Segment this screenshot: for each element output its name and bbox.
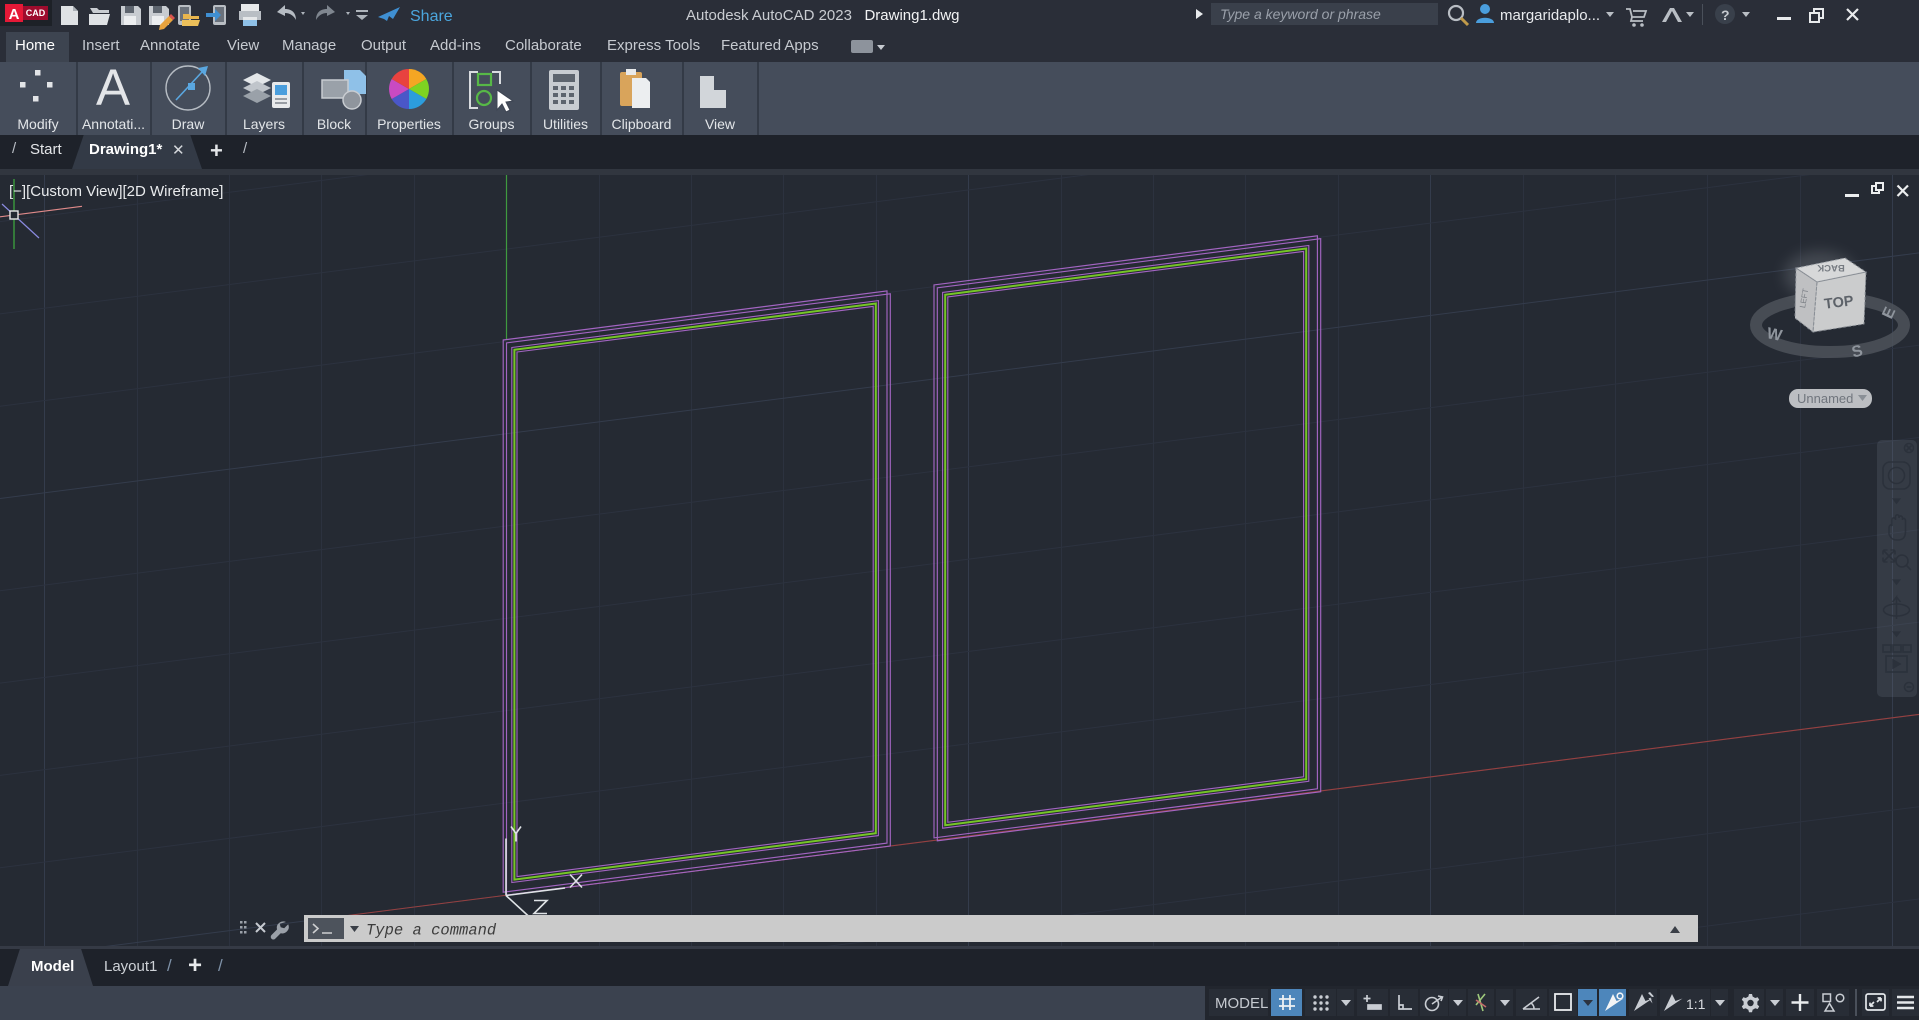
svg-text:margaridaplo...: margaridaplo... [1500,7,1600,24]
svg-text:?: ? [1721,7,1730,23]
svg-text:BACK: BACK [1817,262,1845,273]
svg-text:A: A [96,62,130,116]
svg-text:Type a command: Type a command [366,922,497,940]
svg-text:Unnamed: Unnamed [1797,391,1853,406]
svg-text:Share: Share [410,8,453,25]
